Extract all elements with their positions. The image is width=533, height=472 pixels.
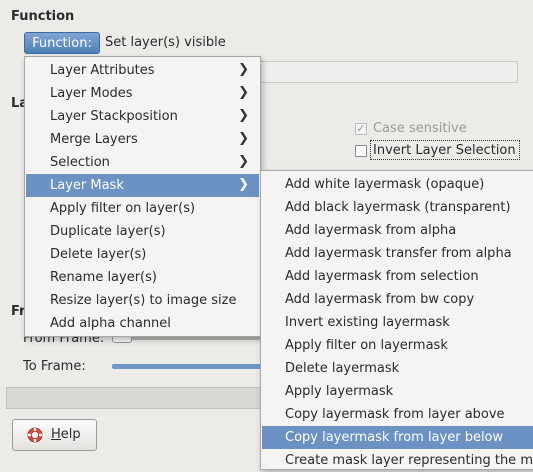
function-button-label: Function:	[32, 35, 92, 51]
submenu-item-add-black-layermask[interactable]: Add black layermask (transparent)	[262, 196, 533, 219]
chevron-right-icon: ❯	[238, 154, 249, 169]
section-title: Function	[11, 9, 75, 24]
case-sensitive-label: Case sensitive	[373, 121, 467, 136]
menu-item-layer-mask[interactable]: Layer Mask ❯	[26, 174, 259, 197]
submenu-item-add-layermask-from-alpha[interactable]: Add layermask from alpha	[262, 219, 533, 242]
check-icon: ✓	[356, 122, 366, 135]
help-button[interactable]: Help	[12, 419, 97, 451]
menu-item-layer-modes[interactable]: Layer Modes ❯	[26, 82, 259, 105]
chevron-right-icon: ❯	[238, 62, 249, 77]
submenu-item-copy-layermask-from-above[interactable]: Copy layermask from layer above	[262, 403, 533, 426]
submenu-item-copy-layermask-from-below[interactable]: Copy layermask from layer below	[262, 426, 533, 449]
function-button[interactable]: Function:	[24, 32, 100, 54]
submenu-item-apply-layermask[interactable]: Apply layermask	[262, 380, 533, 403]
menu-item-merge-layers[interactable]: Merge Layers ❯	[26, 128, 259, 151]
invert-selection-label: Invert Layer Selection	[373, 143, 516, 158]
menu-item-delete-layers[interactable]: Delete layer(s)	[26, 243, 259, 266]
menu-item-resize-layers[interactable]: Resize layer(s) to image size	[26, 289, 259, 312]
menu-item-apply-filter[interactable]: Apply filter on layer(s)	[26, 197, 259, 220]
to-frame-label: To Frame:	[23, 359, 86, 374]
help-label: Help	[51, 427, 81, 442]
menu-item-add-alpha-channel[interactable]: Add alpha channel	[26, 312, 259, 335]
submenu-item-create-mask-layer[interactable]: Create mask layer representing the m	[262, 449, 533, 472]
chevron-right-icon: ❯	[238, 108, 249, 123]
submenu-item-add-layermask-from-selection[interactable]: Add layermask from selection	[262, 265, 533, 288]
menu-item-rename-layers[interactable]: Rename layer(s)	[26, 266, 259, 289]
pattern-input[interactable]	[258, 61, 518, 83]
menu-item-layer-attributes[interactable]: Layer Attributes ❯	[26, 59, 259, 82]
menu-item-selection[interactable]: Selection ❯	[26, 151, 259, 174]
chevron-right-icon: ❯	[238, 177, 249, 192]
lifebuoy-icon	[27, 427, 43, 443]
chevron-right-icon: ❯	[238, 85, 249, 100]
menu-item-duplicate-layers[interactable]: Duplicate layer(s)	[26, 220, 259, 243]
submenu-item-delete-layermask[interactable]: Delete layermask	[262, 357, 533, 380]
menu-item-layer-stackposition[interactable]: Layer Stackposition ❯	[26, 105, 259, 128]
function-value: Set layer(s) visible	[105, 35, 226, 50]
chevron-right-icon: ❯	[238, 131, 249, 146]
submenu-item-add-layermask-from-bw-copy[interactable]: Add layermask from bw copy	[262, 288, 533, 311]
layer-mask-submenu: Add white layermask (opaque) Add black l…	[260, 170, 533, 470]
submenu-item-invert-layermask[interactable]: Invert existing layermask	[262, 311, 533, 334]
to-frame-slider[interactable]	[112, 364, 262, 369]
function-menu: Layer Attributes ❯ Layer Modes ❯ Layer Sta…	[24, 56, 261, 337]
invert-selection-checkbox[interactable]	[355, 145, 367, 157]
submenu-item-add-layermask-transfer-from-alpha[interactable]: Add layermask transfer from alpha	[262, 242, 533, 265]
submenu-item-add-white-layermask[interactable]: Add white layermask (opaque)	[262, 173, 533, 196]
case-sensitive-checkbox[interactable]: ✓	[355, 123, 367, 135]
submenu-item-apply-filter-on-layermask[interactable]: Apply filter on layermask	[262, 334, 533, 357]
